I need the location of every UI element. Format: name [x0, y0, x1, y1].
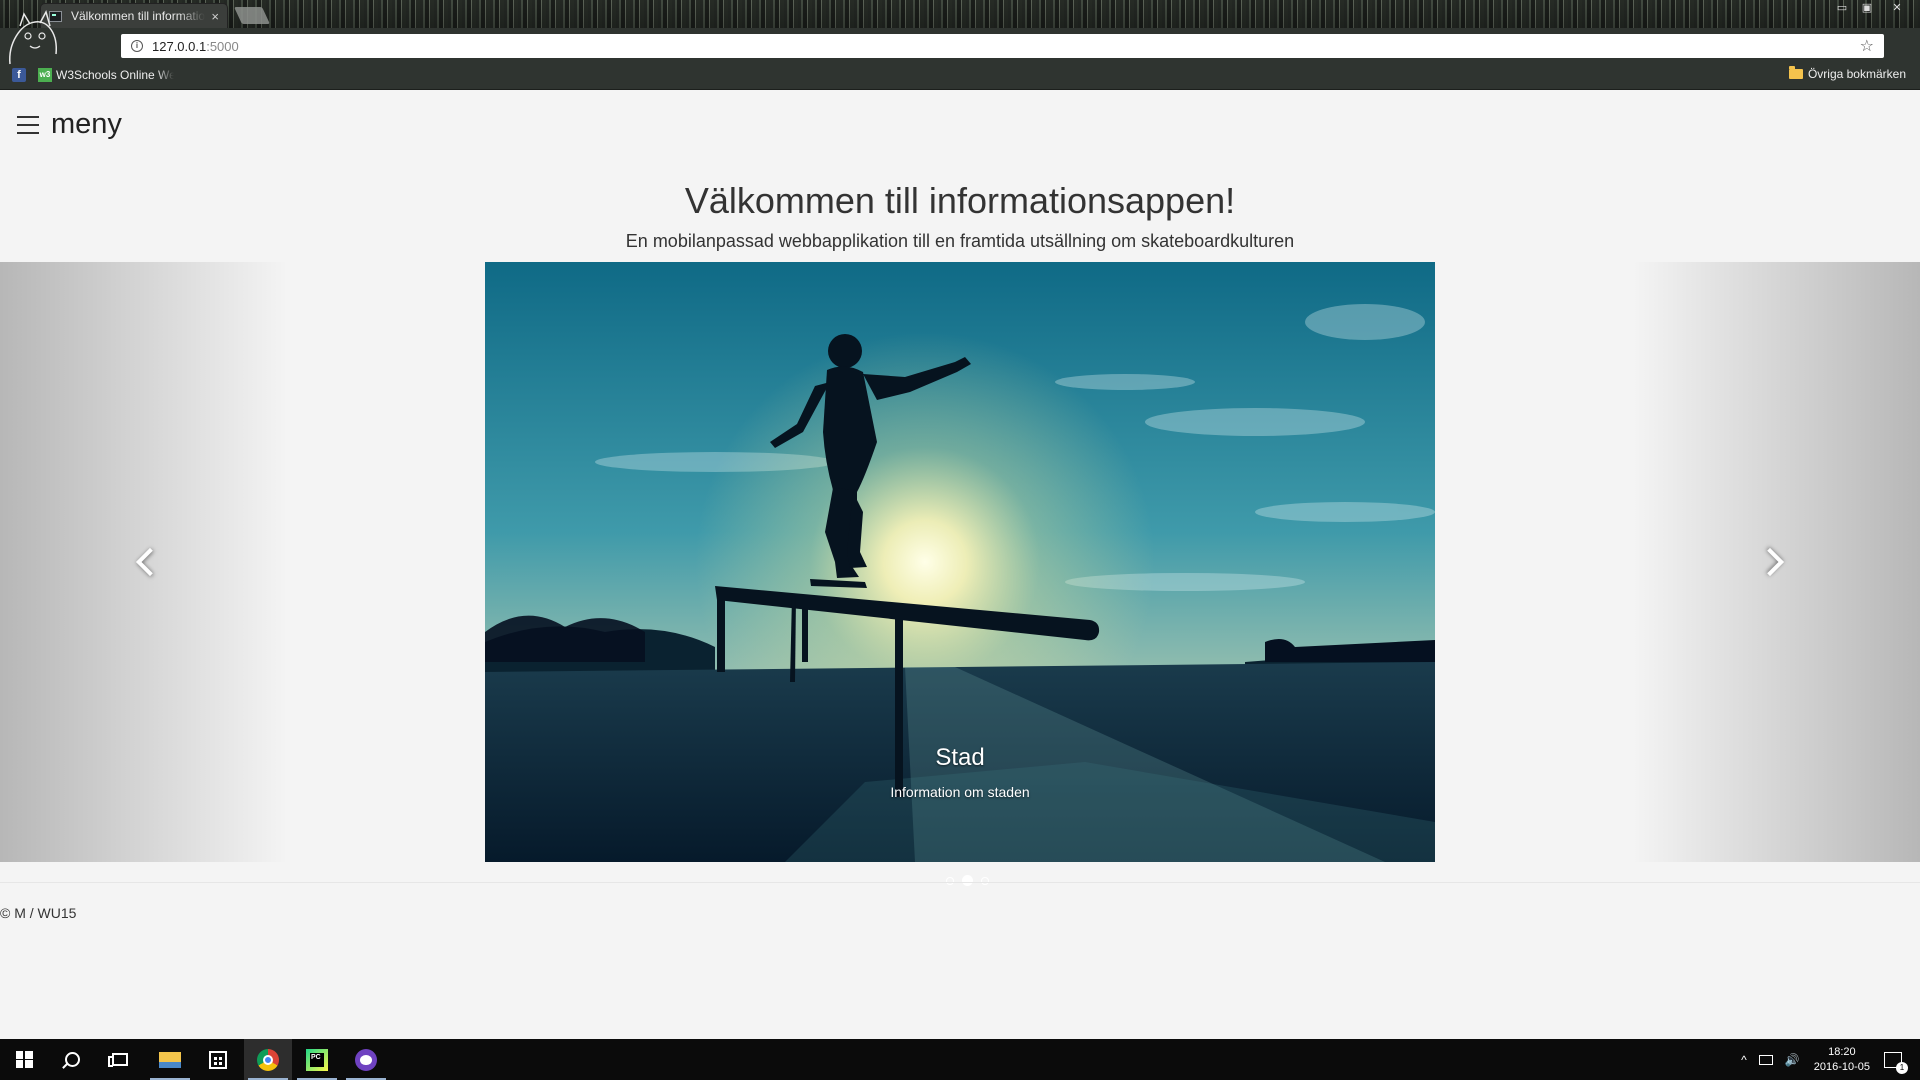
folder-icon — [159, 1051, 181, 1068]
action-center-icon[interactable]: 1 — [1884, 1051, 1908, 1074]
hamburger-icon — [17, 115, 39, 134]
address-port: :5000 — [206, 38, 239, 54]
carousel-indicator[interactable] — [946, 876, 954, 885]
carousel-prev-button[interactable] — [0, 262, 288, 862]
page-subtitle: En mobilanpassad webbapplikation till en… — [625, 231, 1295, 251]
site-info-icon[interactable]: i — [131, 40, 143, 52]
clock-date: 2016-10-05 — [1813, 1060, 1870, 1073]
cat-app-icon — [355, 1048, 377, 1071]
address-host: 127.0.0.1 — [152, 38, 207, 54]
windows-logo-icon — [15, 1051, 33, 1068]
page-title: Välkommen till informationsappen! — [684, 180, 1236, 221]
slide-caption-title: Stad — [935, 744, 985, 771]
store-button[interactable] — [194, 1039, 242, 1080]
carousel-slide: Stad Information om staden — [485, 262, 1435, 862]
volume-icon[interactable]: 🔊 — [1785, 1053, 1800, 1067]
carousel-indicator[interactable] — [981, 876, 989, 885]
system-tray: ^ 🔊 18:20 2016-10-05 1 — [1735, 1039, 1920, 1080]
profile-avatar-art[interactable] — [0, 4, 70, 74]
task-view-icon — [108, 1053, 128, 1067]
window-controls: ▭ ▣ ✕ — [1829, 0, 1914, 16]
taskbar — [0, 1039, 1920, 1080]
other-bookmarks-button[interactable]: Övriga bokmärken — [1788, 66, 1906, 81]
notification-count: 1 — [1896, 1061, 1908, 1074]
store-icon — [209, 1050, 227, 1069]
show-hidden-icons-icon[interactable]: ^ — [1741, 1053, 1747, 1067]
search-icon — [64, 1052, 80, 1067]
slide-caption-text: Information om staden — [890, 784, 1030, 800]
carousel-indicator-active[interactable] — [962, 875, 973, 886]
folder-icon — [1788, 66, 1803, 79]
other-bookmarks-label: Övriga bokmärken — [1807, 67, 1906, 81]
minimize-button[interactable]: ▭ — [1830, 0, 1854, 16]
chrome-icon — [257, 1048, 279, 1071]
skateboarder-photo — [485, 262, 1435, 862]
carousel-next-button[interactable] — [1632, 262, 1920, 862]
menu-toggle[interactable]: meny — [17, 108, 122, 141]
footer-text: © M / WU15 — [0, 905, 77, 921]
bookmark-label: W3Schools Online Web Tutorials — [56, 68, 174, 82]
chrome-button[interactable] — [244, 1039, 292, 1080]
bookmark-star-icon[interactable]: ☆ — [1860, 36, 1874, 56]
cat-app-button[interactable] — [342, 1039, 390, 1080]
clock-time: 18:20 — [1828, 1045, 1856, 1058]
maximize-button[interactable]: ▣ — [1855, 0, 1879, 16]
menu-label: meny — [51, 108, 122, 140]
close-window-button[interactable]: ✕ — [1880, 0, 1914, 16]
network-icon[interactable] — [1758, 1054, 1773, 1065]
pycharm-icon — [306, 1048, 328, 1071]
carousel-indicators — [942, 875, 993, 886]
pycharm-button[interactable] — [293, 1039, 341, 1080]
bookmarks-bar — [0, 63, 1920, 90]
tab-strip — [0, 0, 1920, 28]
task-view-button[interactable] — [96, 1039, 144, 1080]
clock[interactable]: 18:20 2016-10-05 — [1814, 1045, 1870, 1075]
divider — [0, 882, 1920, 883]
tab-title: Välkommen till informationsappen! — [71, 9, 206, 23]
start-button[interactable] — [0, 1039, 48, 1080]
chevron-left-icon — [135, 547, 165, 577]
tab-close-icon[interactable]: × — [211, 9, 219, 24]
image-carousel: Stad Information om staden — [0, 262, 1920, 862]
chevron-right-icon — [1755, 547, 1785, 577]
search-button[interactable] — [48, 1039, 96, 1080]
address-bar[interactable]: i 127.0.0.1 :5000 ☆ — [121, 34, 1884, 58]
file-explorer-button[interactable] — [146, 1039, 194, 1080]
